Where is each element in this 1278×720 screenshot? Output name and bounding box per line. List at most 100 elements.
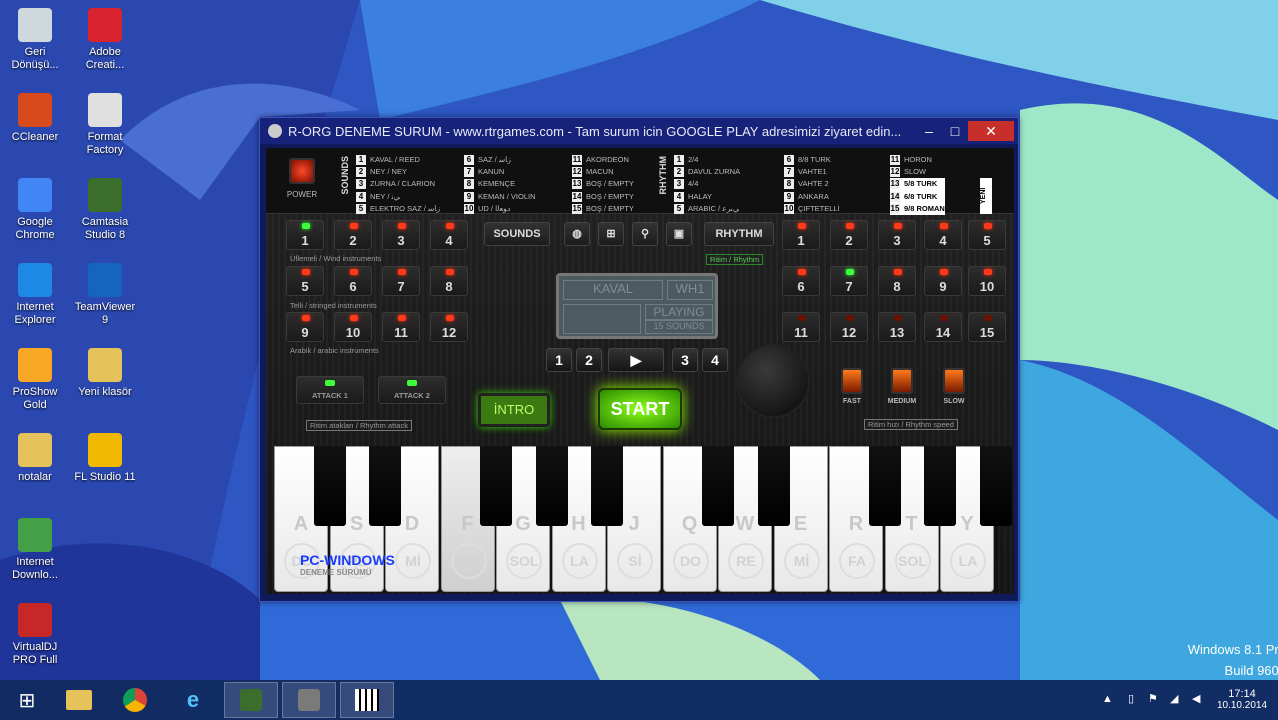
rhythm-pad-8[interactable]: 8 [878, 266, 916, 296]
list-item[interactable]: 14 BOŞ / EMPTY [572, 191, 634, 203]
desktop-icon-notalar[interactable]: notalar [2, 433, 68, 484]
list-item[interactable]: 10 UD / ﺩﻮﻌﻟﺍ [464, 203, 536, 215]
rhythm-pad-14[interactable]: 14 [924, 312, 962, 342]
list-item[interactable]: 14 6/8 TURK [890, 190, 945, 203]
list-item[interactable]: 4 NEY / ﻲﻧ [356, 191, 440, 203]
clock[interactable]: 17:14 10.10.2014 [1214, 688, 1270, 711]
network-icon[interactable]: ◢ [1170, 692, 1178, 705]
sound-pad-9[interactable]: 9 [286, 312, 324, 342]
desktop-icon-recycle-bin[interactable]: Geri Dönüşü... [2, 8, 68, 72]
desktop-icon-google-chrome[interactable]: Google Chrome [2, 178, 68, 242]
window-titlebar[interactable]: R-ORG DENEME SURUM - www.rtrgames.com - … [260, 118, 1018, 144]
black-key[interactable] [480, 446, 512, 526]
rhythm-pad-1[interactable]: 1 [782, 220, 820, 250]
save-button[interactable]: ▣ [666, 222, 692, 246]
list-item[interactable]: 11 AKORDEON [572, 154, 634, 166]
rhythm-pad-7[interactable]: 7 [830, 266, 868, 296]
rhythm-button[interactable]: RHYTHM [704, 222, 774, 246]
list-item[interactable]: 12 MACUN [572, 166, 634, 178]
black-key[interactable] [702, 446, 734, 526]
rhythm-pad-11[interactable]: 11 [782, 312, 820, 342]
desktop-icon-camtasia[interactable]: Camtasia Studio 8 [72, 178, 138, 242]
taskbar-recorder[interactable] [282, 682, 336, 718]
globe-button[interactable]: ◍ [564, 222, 590, 246]
start-menu-button[interactable]: ⊞ [0, 682, 54, 718]
list-item[interactable]: 8 VAHTE 2 [784, 178, 840, 190]
list-item[interactable]: 7 VAHTE1 [784, 166, 840, 178]
list-item[interactable]: 15 BOŞ / EMPTY [572, 203, 634, 215]
list-item[interactable]: 5 ELEKTRO SAZ / ﺯﺎﺳ [356, 203, 440, 215]
taskbar-chrome[interactable] [108, 682, 162, 718]
desktop-icon-virtualdj[interactable]: VirtualDJ PRO Full [2, 603, 68, 667]
rhythm-pad-2[interactable]: 2 [830, 220, 868, 250]
taskbar-rorg[interactable] [340, 682, 394, 718]
sound-pad-8[interactable]: 8 [430, 266, 468, 296]
medium-button[interactable]: MEDIUM [882, 368, 922, 412]
sound-pad-11[interactable]: 11 [382, 312, 420, 342]
rhythm-pad-12[interactable]: 12 [830, 312, 868, 342]
sound-pad-6[interactable]: 6 [334, 266, 372, 296]
taskbar-camtasia[interactable] [224, 682, 278, 718]
list-item[interactable]: 2 DAVUL ZURNA [674, 166, 740, 178]
list-item[interactable]: 13 BOŞ / EMPTY [572, 178, 634, 190]
rhythm-pad-13[interactable]: 13 [878, 312, 916, 342]
attack-2-button[interactable]: ATTACK 2 [378, 376, 446, 404]
black-key[interactable] [979, 446, 1012, 526]
sound-pad-12[interactable]: 12 [430, 312, 468, 342]
desktop-icon-proshow-gold[interactable]: ProShow Gold [2, 348, 68, 412]
tray-chevron-icon[interactable]: ▲ [1102, 693, 1113, 705]
list-item[interactable]: 3 4/4 [674, 178, 740, 190]
maximize-button[interactable]: □ [942, 121, 968, 141]
desktop-icon-teamviewer[interactable]: TeamViewer 9 [72, 263, 138, 327]
taskbar-explorer[interactable] [52, 682, 106, 718]
rhythm-pad-15[interactable]: 15 [968, 312, 1006, 342]
list-item[interactable]: 2 NEY / NEY [356, 166, 440, 178]
play-button[interactable]: ▶ [608, 348, 664, 372]
rhythm-pad-5[interactable]: 5 [968, 220, 1006, 250]
black-key[interactable] [313, 446, 346, 526]
list-item[interactable]: 6 SAZ / ﺯﺎﺳ [464, 154, 536, 166]
battery-icon[interactable]: ▯ [1128, 692, 1134, 705]
desktop-icon-fl-studio[interactable]: FL Studio 11 [72, 433, 138, 484]
list-item[interactable]: 5 ARABIC / ﻲﺑﺮﻋ [674, 203, 740, 215]
black-key[interactable] [535, 446, 568, 526]
list-item[interactable]: 1 KAVAL / REED [356, 154, 440, 166]
fast-button[interactable]: FAST [832, 368, 872, 412]
intro-button[interactable]: İNTRO [478, 393, 550, 427]
variation-4-button[interactable]: 4 [702, 348, 728, 372]
sound-pad-3[interactable]: 3 [382, 220, 420, 250]
rhythm-pad-4[interactable]: 4 [924, 220, 962, 250]
desktop-icon-yeni-klasor[interactable]: Yeni klasör [72, 348, 138, 399]
sounds-button[interactable]: SOUNDS [484, 222, 550, 246]
slow-button[interactable]: SLOW [934, 368, 974, 412]
sound-pad-2[interactable]: 2 [334, 220, 372, 250]
list-item[interactable]: 8 KEMENÇE [464, 178, 536, 190]
flag-icon[interactable]: ⚑ [1148, 692, 1158, 705]
volume-knob[interactable] [736, 344, 810, 418]
power-button[interactable]: POWER [284, 158, 320, 208]
black-key[interactable] [369, 446, 401, 526]
sound-pad-1[interactable]: 1 [286, 220, 324, 250]
black-key[interactable] [757, 446, 790, 526]
variation-1-button[interactable]: 1 [546, 348, 572, 372]
minimize-button[interactable]: – [916, 121, 942, 141]
list-item[interactable]: 13 5/8 TURK [890, 178, 945, 191]
list-item[interactable]: 10 ÇIFTETELLİ [784, 203, 840, 215]
black-key[interactable] [924, 446, 956, 526]
list-item[interactable]: 7 KANUN [464, 166, 536, 178]
list-item[interactable]: 1 2/4 [674, 154, 740, 166]
list-item[interactable]: 4 HALAY [674, 191, 740, 203]
desktop-icon-internet-explorer[interactable]: Internet Explorer [2, 263, 68, 327]
sound-pad-7[interactable]: 7 [382, 266, 420, 296]
volume-icon[interactable]: ◀ [1192, 692, 1200, 705]
taskbar-ie[interactable]: e [166, 682, 220, 718]
desktop-icon-adobe-creative[interactable]: Adobe Creati... [72, 8, 138, 72]
search-button[interactable]: ⚲ [632, 222, 658, 246]
list-item[interactable]: 3 ZURNA / CLARION [356, 178, 440, 190]
black-key[interactable] [868, 446, 901, 526]
list-item[interactable]: 15 9/8 ROMAN [890, 202, 945, 216]
variation-2-button[interactable]: 2 [576, 348, 602, 372]
variation-3-button[interactable]: 3 [672, 348, 698, 372]
list-item[interactable]: 9 ANKARA [784, 191, 840, 203]
sound-pad-4[interactable]: 4 [430, 220, 468, 250]
